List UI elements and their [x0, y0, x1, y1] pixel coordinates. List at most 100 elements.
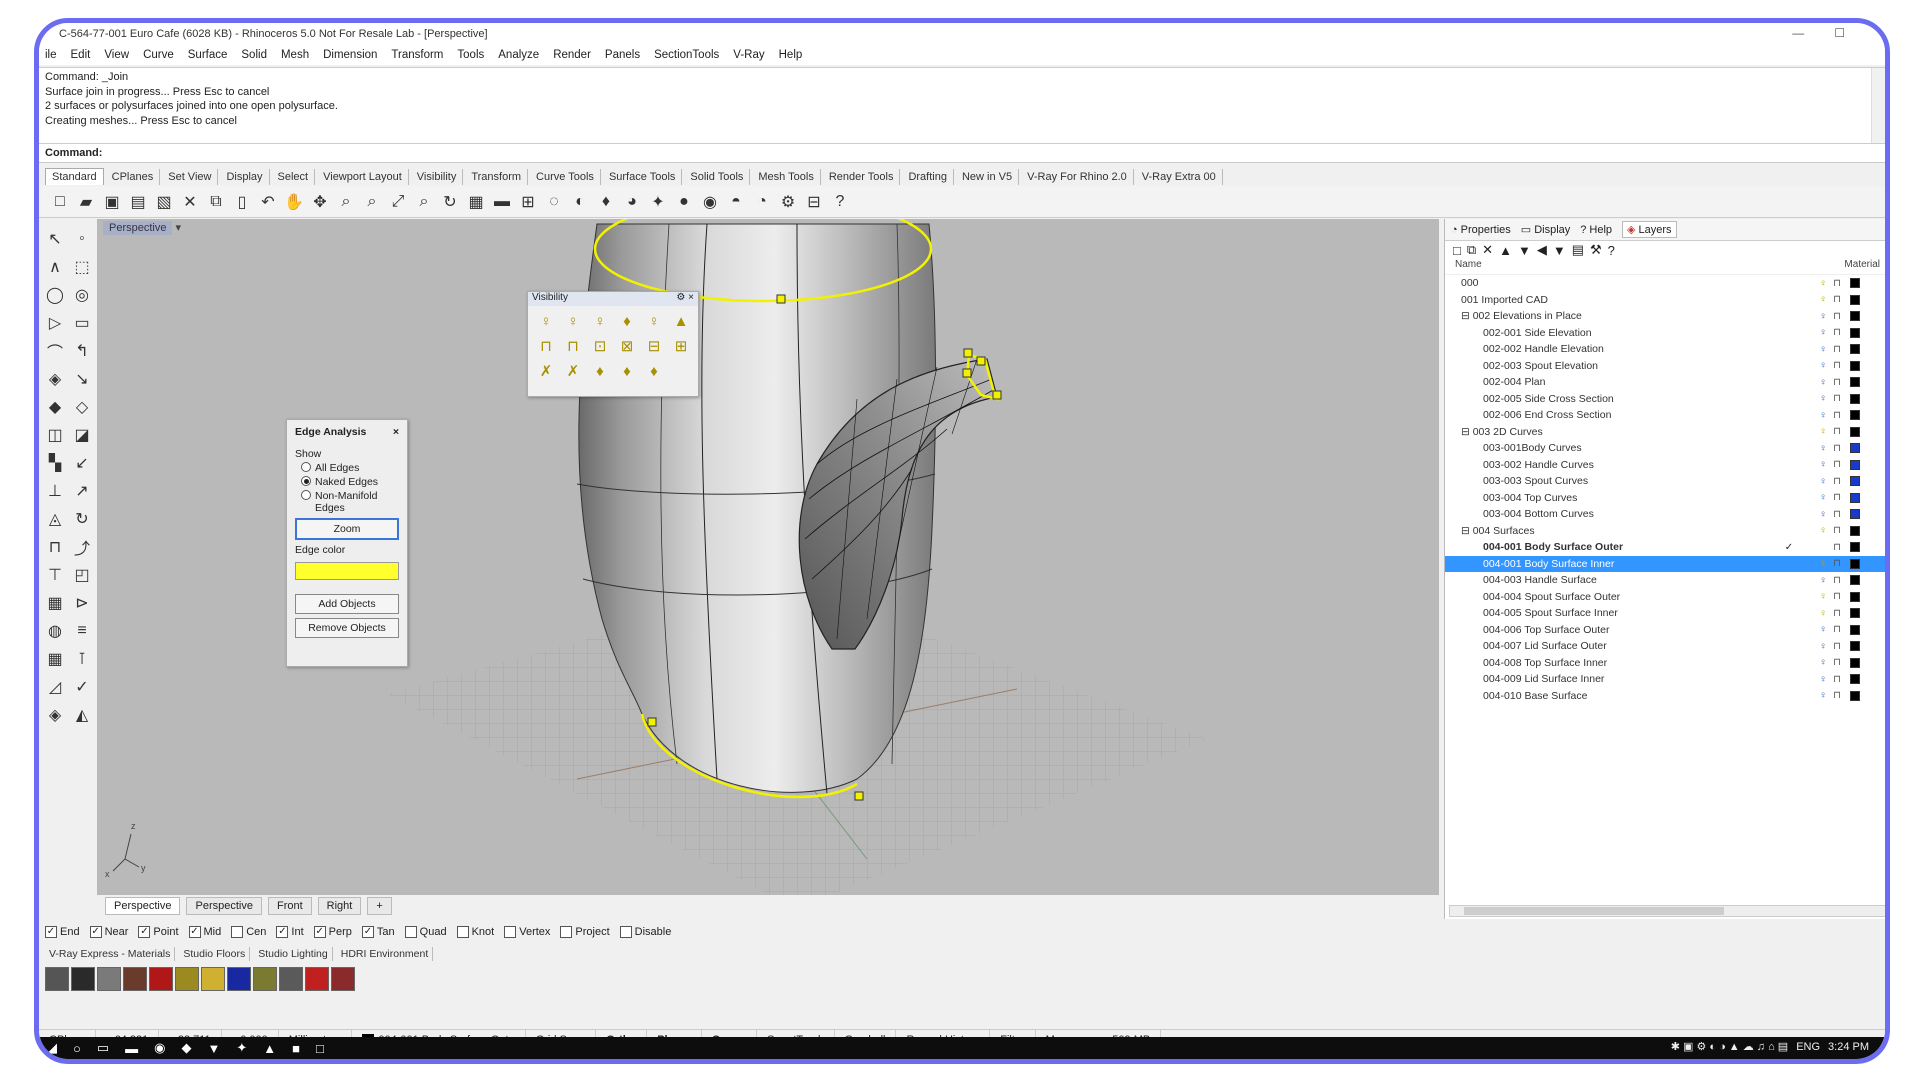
minimize-button[interactable]: — [1792, 26, 1804, 40]
visibility-tool-icon[interactable]: ⊠ [615, 335, 639, 357]
tool-icon[interactable]: ▚ [43, 451, 67, 475]
layer-row[interactable]: 002-002 Handle Elevation ♀ ⊓ [1445, 341, 1885, 358]
layer-color-swatch[interactable] [1850, 591, 1860, 602]
layer-row[interactable]: 004-001 Body Surface Outer ✓ ⊓ [1445, 539, 1885, 556]
tool-icon[interactable]: ◭ [70, 703, 94, 727]
osnap-int[interactable]: ✓ Int [276, 926, 304, 938]
material-icon[interactable]: ◕ [621, 191, 643, 213]
visibility-bulb-icon[interactable]: ♀ [1816, 294, 1830, 305]
menu-item-surface[interactable]: Surface [188, 49, 228, 61]
tool-icon[interactable]: ↗ [70, 479, 94, 503]
tool-icon[interactable]: ⊓ [43, 535, 67, 559]
layer-row[interactable]: 003-004 Top Curves ♀ ⊓ [1445, 490, 1885, 507]
tool-icon[interactable]: ⊳ [70, 591, 94, 615]
toolbar-tab[interactable]: Viewport Layout [317, 169, 409, 185]
lock-icon[interactable]: ⊓ [1830, 311, 1844, 322]
tool-icon[interactable]: ◬ [43, 507, 67, 531]
viewport-tab[interactable]: Front [267, 897, 312, 915]
lock-icon[interactable]: ⊓ [1830, 476, 1844, 487]
osnap-mid[interactable]: ✓ Mid [188, 926, 221, 938]
visibility-tool-icon[interactable]: ♦ [642, 360, 666, 382]
zoom-icon[interactable]: ⌕ [335, 191, 357, 213]
layer-color-swatch[interactable] [1850, 492, 1860, 503]
move-view-icon[interactable]: ✥ [309, 191, 331, 213]
tool-icon[interactable]: ≡ [70, 619, 94, 643]
menu-item-sectiontools[interactable]: SectionTools [654, 49, 719, 61]
tool-icon[interactable]: ◫ [43, 423, 67, 447]
lock-icon[interactable]: ⊓ [1830, 393, 1844, 404]
layer-color-swatch[interactable] [1850, 624, 1860, 635]
layer-row[interactable]: 003-004 Bottom Curves ♀ ⊓ [1445, 506, 1885, 523]
layer-color-swatch[interactable] [1850, 459, 1860, 470]
tool-icon[interactable]: ↙ [70, 451, 94, 475]
osnap-checkbox[interactable] [456, 926, 469, 938]
tool-icon[interactable]: ↻ [70, 507, 94, 531]
lock-icon[interactable]: ⊓ [1830, 294, 1844, 305]
chrome-icon[interactable]: ◉ [154, 1040, 165, 1056]
layer-horizontal-scrollbar[interactable] [1449, 905, 1885, 917]
toolbar-tab[interactable]: Mesh Tools [752, 169, 821, 185]
point-icon[interactable]: ◌ [543, 191, 565, 213]
toolbar-tab[interactable]: Solid Tools [684, 169, 751, 185]
material-swatch[interactable] [71, 967, 95, 991]
layer-states-icon[interactable]: ▤ [1572, 242, 1584, 258]
visibility-tool-icon[interactable]: ⊞ [669, 335, 693, 357]
osnap-checkbox[interactable]: ✓ [276, 926, 289, 938]
material-tab[interactable]: Studio Floors [179, 947, 251, 961]
menu-item-view[interactable]: View [104, 49, 129, 61]
layer-row[interactable]: 002-004 Plan ♀ ⊓ [1445, 374, 1885, 391]
layer-row[interactable]: 000 ♀ ⊓ [1445, 275, 1885, 292]
osnap-checkbox[interactable]: ✓ [138, 926, 151, 938]
material-tab[interactable]: Studio Lighting [254, 947, 333, 961]
visibility-bulb-icon[interactable]: ♀ [1816, 558, 1830, 569]
visibility-bulb-icon[interactable]: ♀ [1816, 690, 1830, 701]
zoom-window-icon[interactable]: ⌕ [361, 191, 383, 213]
lock-icon[interactable]: ⊓ [1830, 608, 1844, 619]
visibility-bulb-icon[interactable]: ♀ [1816, 426, 1830, 437]
material-swatch[interactable] [331, 967, 355, 991]
material-swatch[interactable] [279, 967, 303, 991]
lock-icon[interactable]: ⊓ [1830, 278, 1844, 289]
paste-icon[interactable]: ▯ [231, 191, 253, 213]
toolbar-tab[interactable]: Select [272, 169, 316, 185]
toolbar-tab[interactable]: Drafting [902, 169, 954, 185]
copy-icon[interactable]: ⧉ [205, 191, 227, 213]
tool-icon[interactable]: ⊤ [43, 563, 67, 587]
add-objects-button[interactable]: Add Objects [295, 594, 399, 614]
toolbar-tab[interactable]: Set View [162, 169, 219, 185]
layer-color-swatch[interactable] [1850, 393, 1860, 404]
history-scrollbar[interactable] [1871, 68, 1885, 143]
lock-icon[interactable]: ⊓ [1830, 575, 1844, 586]
tool-icon[interactable]: ◿ [43, 675, 67, 699]
menu-item-solid[interactable]: Solid [241, 49, 267, 61]
import-icon[interactable]: ▧ [153, 191, 175, 213]
print-icon[interactable]: ▤ [127, 191, 149, 213]
menu-item-panels[interactable]: Panels [605, 49, 640, 61]
layer-row[interactable]: 004-009 Lid Surface Inner ♀ ⊓ [1445, 671, 1885, 688]
lock-icon[interactable]: ⊓ [1830, 624, 1844, 635]
four-view-icon[interactable]: ▦ [465, 191, 487, 213]
layer-color-swatch[interactable] [1850, 476, 1860, 487]
grid-icon[interactable]: ⊞ [517, 191, 539, 213]
toolbar-tab[interactable]: CPlanes [106, 169, 161, 185]
lock-icon[interactable]: ⊓ [1830, 657, 1844, 668]
tool-icon[interactable]: ◇ [70, 395, 94, 419]
app-icon[interactable]: ◆ [182, 1040, 192, 1056]
visibility-tool-icon[interactable]: ⊓ [561, 335, 585, 357]
delete-layer-icon[interactable]: ✕ [1482, 242, 1493, 258]
new-sublayer-icon[interactable]: ⧉ [1467, 242, 1476, 258]
layer-color-swatch[interactable] [1850, 377, 1860, 388]
visibility-tool-icon[interactable]: ⊡ [588, 335, 612, 357]
visibility-bulb-icon[interactable]: ♀ [1816, 311, 1830, 322]
lock-icon[interactable]: ⊓ [1830, 426, 1844, 437]
zoom-button[interactable]: Zoom [295, 518, 399, 540]
layer-color-swatch[interactable] [1850, 509, 1860, 520]
visibility-bulb-icon[interactable]: ♀ [1816, 327, 1830, 338]
cplane-icon[interactable]: ▬ [491, 191, 513, 213]
layer-row[interactable]: 003-001Body Curves ♀ ⊓ [1445, 440, 1885, 457]
menu-item-curve[interactable]: Curve [143, 49, 174, 61]
layer-row[interactable]: 004-003 Handle Surface ♀ ⊓ [1445, 572, 1885, 589]
layer-row[interactable]: ⊟ 002 Elevations in Place ♀ ⊓ [1445, 308, 1885, 325]
edge-color-swatch[interactable] [295, 562, 399, 580]
toolbar-tab[interactable]: Display [220, 169, 270, 185]
